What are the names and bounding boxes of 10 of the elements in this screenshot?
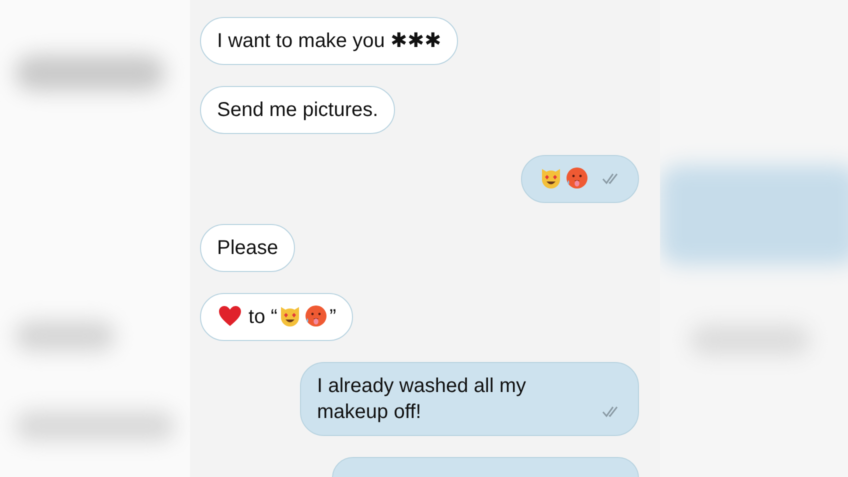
message-text: I want to make you ✱✱✱: [217, 30, 442, 52]
hot-face-icon: [304, 304, 328, 328]
message-text: Please: [217, 237, 278, 259]
hot-face-icon: [565, 166, 589, 190]
message-text: to “: [248, 306, 278, 328]
message-text: Send me pictures.: [217, 99, 378, 121]
heart-icon: [218, 304, 242, 328]
message-text: I already washed all my makeup off!: [317, 375, 527, 423]
cat-face-icon: [539, 166, 563, 190]
message-text: ”: [329, 306, 336, 328]
